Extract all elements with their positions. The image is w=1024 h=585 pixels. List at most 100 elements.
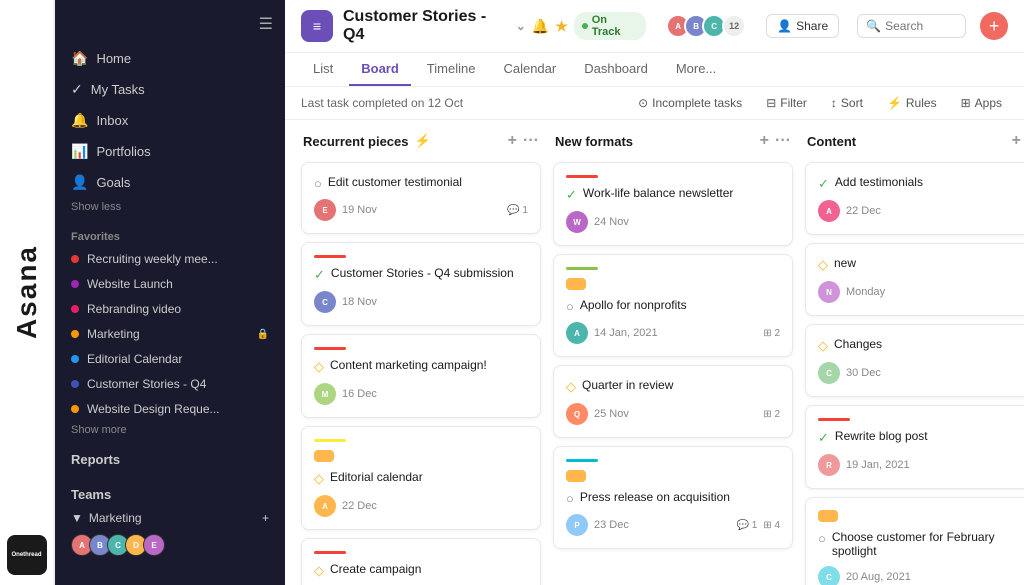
tab-timeline[interactable]: Timeline bbox=[415, 53, 488, 86]
show-more-link[interactable]: Show more bbox=[55, 422, 285, 444]
card-check-icon[interactable]: ◇ bbox=[314, 359, 324, 375]
column-header: Content+··· bbox=[805, 132, 1024, 154]
sort-btn[interactable]: ↕ Sort bbox=[825, 93, 869, 113]
sidebar-favorite-item[interactable]: Marketing🔒 bbox=[63, 322, 277, 346]
card-title-text: Create campaign bbox=[330, 562, 421, 576]
card-check-icon[interactable]: ✓ bbox=[818, 430, 829, 446]
add-card-icon[interactable]: + bbox=[760, 132, 769, 150]
favorite-label: Customer Stories - Q4 bbox=[87, 377, 206, 391]
task-card[interactable]: ✓ Rewrite blog post R 19 Jan, 2021 bbox=[805, 405, 1024, 489]
task-card[interactable]: ◇ Quarter in review Q 25 Nov ⊞ 2 bbox=[553, 365, 793, 438]
tab-board[interactable]: Board bbox=[349, 53, 411, 86]
column-menu-icon[interactable]: ··· bbox=[775, 132, 791, 150]
card-tag bbox=[566, 470, 780, 482]
column-recurrent: Recurrent pieces⚡+··· ○ Edit customer te… bbox=[301, 132, 541, 573]
task-card[interactable]: ◇ Changes C 30 Dec bbox=[805, 324, 1024, 397]
card-footer: E 19 Nov 💬 1 bbox=[314, 199, 528, 221]
search-box[interactable]: 🔍 bbox=[857, 14, 966, 38]
task-card[interactable]: ○ Choose customer for February spotlight… bbox=[805, 497, 1024, 585]
card-check-icon[interactable]: ◇ bbox=[314, 563, 324, 579]
sidebar-item-home[interactable]: 🏠Home bbox=[63, 44, 277, 73]
sidebar-favorite-item[interactable]: Editorial Calendar bbox=[63, 347, 277, 371]
card-title: ✓ Customer Stories - Q4 submission bbox=[314, 266, 528, 283]
card-title: ◇ Editorial calendar bbox=[314, 470, 528, 487]
task-card[interactable]: ◇ Content marketing campaign! M 16 Dec bbox=[301, 334, 541, 418]
menu-icon[interactable]: ☰ bbox=[259, 14, 273, 34]
sidebar-item-goals[interactable]: 👤Goals bbox=[63, 168, 277, 197]
task-card[interactable]: ✓ Add testimonials A 22 Dec bbox=[805, 162, 1024, 235]
card-check-icon[interactable]: ◇ bbox=[314, 471, 324, 487]
card-color-bar bbox=[566, 175, 598, 178]
sidebar-favorite-item[interactable]: Website Design Reque... bbox=[63, 397, 277, 421]
show-less-link[interactable]: Show less bbox=[55, 199, 285, 221]
incomplete-tasks-btn[interactable]: ⊙ Incomplete tasks bbox=[632, 93, 748, 113]
sidebar-favorite-item[interactable]: Customer Stories - Q4 bbox=[63, 372, 277, 396]
task-card[interactable]: ✓ Customer Stories - Q4 submission C 18 … bbox=[301, 242, 541, 326]
add-card-icon[interactable]: + bbox=[508, 132, 517, 150]
task-card[interactable]: ◇ Create campaign B bbox=[301, 538, 541, 585]
card-title-text: Quarter in review bbox=[582, 378, 673, 392]
card-check-icon[interactable]: ○ bbox=[818, 531, 826, 546]
add-card-icon[interactable]: + bbox=[1012, 132, 1021, 150]
card-title-text: Choose customer for February spotlight bbox=[832, 530, 1024, 558]
sidebar-item-portfolios[interactable]: 📊Portfolios bbox=[63, 137, 277, 166]
sort-icon: ↕ bbox=[831, 96, 837, 110]
star-icon[interactable]: ★ bbox=[555, 18, 568, 35]
card-check-icon[interactable]: ○ bbox=[566, 491, 574, 506]
sidebar-header: ☰ bbox=[55, 10, 285, 44]
task-card[interactable]: ✓ Work-life balance newsletter W 24 Nov bbox=[553, 162, 793, 246]
rules-btn[interactable]: ⚡ Rules bbox=[881, 93, 943, 113]
add-team-icon[interactable]: + bbox=[262, 511, 269, 525]
inbox-icon: 🔔 bbox=[71, 112, 88, 129]
sidebar-favorite-item[interactable]: Recruiting weekly mee... bbox=[63, 247, 277, 271]
filter-icon: ⊙ bbox=[638, 96, 648, 110]
card-title: ◇ Create campaign bbox=[314, 562, 528, 579]
sidebar-favorite-item[interactable]: Rebranding video bbox=[63, 297, 277, 321]
apps-btn[interactable]: ⊞ Apps bbox=[955, 93, 1008, 113]
brand-logo: Onethread bbox=[7, 535, 47, 575]
card-check-icon[interactable]: ○ bbox=[314, 176, 322, 191]
card-title-text: Apollo for nonprofits bbox=[580, 298, 687, 312]
card-check-icon[interactable]: ✓ bbox=[314, 267, 325, 283]
filter-btn[interactable]: ⊟ Filter bbox=[760, 93, 813, 113]
status-label: On Track bbox=[592, 14, 638, 38]
tab-dashboard[interactable]: Dashboard bbox=[572, 53, 660, 86]
card-subtask: ⊞ 4 bbox=[763, 520, 780, 531]
card-check-icon[interactable]: ◇ bbox=[818, 257, 828, 273]
tab-more[interactable]: More... bbox=[664, 53, 728, 86]
card-check-icon[interactable]: ✓ bbox=[818, 176, 829, 192]
card-title-text: Changes bbox=[834, 337, 882, 351]
sidebar-item-my-tasks[interactable]: ✓My Tasks bbox=[63, 75, 277, 104]
bolt-icon: ⚡ bbox=[415, 133, 431, 149]
chevron-icon[interactable]: ⌄ bbox=[516, 19, 526, 33]
card-check-icon[interactable]: ✓ bbox=[566, 187, 577, 203]
tab-calendar[interactable]: Calendar bbox=[491, 53, 568, 86]
task-card[interactable]: ○ Press release on acquisition P 23 Dec … bbox=[553, 446, 793, 549]
card-title: ◇ Changes bbox=[818, 337, 1024, 354]
task-card[interactable]: ◇ Editorial calendar A 22 Dec bbox=[301, 426, 541, 530]
team-marketing[interactable]: ▼Marketing+ bbox=[71, 508, 269, 528]
card-color-bar bbox=[314, 551, 346, 554]
tab-list[interactable]: List bbox=[301, 53, 345, 86]
column-menu-icon[interactable]: ··· bbox=[523, 132, 539, 150]
task-card[interactable]: ○ Edit customer testimonial E 19 Nov 💬 1 bbox=[301, 162, 541, 234]
card-date: Monday bbox=[846, 286, 1024, 298]
card-check-icon[interactable]: ○ bbox=[566, 299, 574, 314]
task-card[interactable]: ◇ new N Monday bbox=[805, 243, 1024, 316]
task-card[interactable]: ○ Apollo for nonprofits A 14 Jan, 2021 ⊞… bbox=[553, 254, 793, 357]
favorite-label: Recruiting weekly mee... bbox=[87, 252, 218, 266]
column-header: Recurrent pieces⚡+··· bbox=[301, 132, 541, 154]
sidebar-item-inbox[interactable]: 🔔Inbox bbox=[63, 106, 277, 135]
sidebar-favorite-item[interactable]: Website Launch bbox=[63, 272, 277, 296]
card-footer: Q 25 Nov ⊞ 2 bbox=[566, 403, 780, 425]
card-title: ✓ Rewrite blog post bbox=[818, 429, 1024, 446]
share-button[interactable]: 👤 Share bbox=[766, 14, 839, 38]
search-input[interactable] bbox=[885, 19, 955, 33]
card-title-text: Content marketing campaign! bbox=[330, 358, 487, 372]
card-avatar: E bbox=[314, 199, 336, 221]
main-content: ≡ Customer Stories - Q4 ⌄ 🔔 ★ On Track A… bbox=[285, 0, 1024, 585]
add-button[interactable]: + bbox=[980, 12, 1008, 40]
card-check-icon[interactable]: ◇ bbox=[818, 338, 828, 354]
card-check-icon[interactable]: ◇ bbox=[566, 379, 576, 395]
goals-icon: 👤 bbox=[71, 174, 88, 191]
